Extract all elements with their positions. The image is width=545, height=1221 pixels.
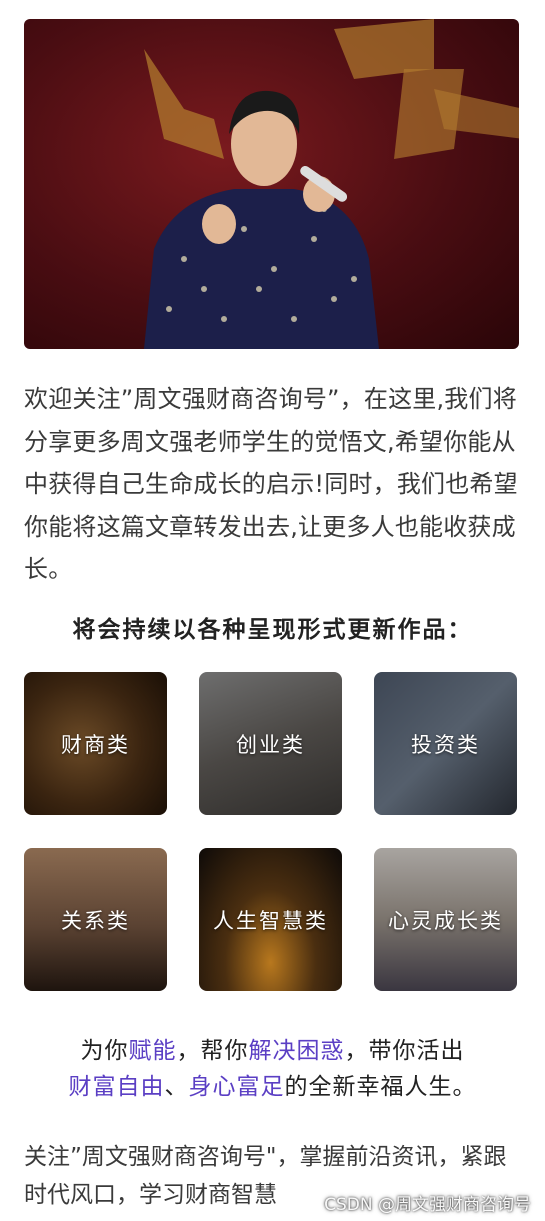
category-tile-wisdom[interactable]: 人生智慧类 — [199, 848, 342, 991]
section-title: 将会持续以各种呈现形式更新作品： — [72, 617, 473, 643]
category-label: 关系类 — [61, 908, 130, 933]
slogan-text: 为你 — [80, 1038, 129, 1064]
watermark: CSDN @周文强财商咨询号 — [324, 1195, 531, 1215]
category-tile-finance[interactable]: 财商类 — [24, 672, 167, 815]
intro-paragraph: 欢迎关注”周文强财商咨询号”，在这里,我们将分享更多周文强老师学生的觉悟文,希望… — [24, 385, 518, 583]
slogan-text: ，带你活出 — [344, 1038, 465, 1064]
slogan-highlight: 身心富足 — [188, 1074, 285, 1100]
category-tile-spiritual[interactable]: 心灵成长类 — [374, 848, 517, 991]
category-label: 人生智慧类 — [213, 908, 328, 933]
category-tile-relationship[interactable]: 关系类 — [24, 848, 167, 991]
slogan-highlight: 解决困惑 — [248, 1038, 345, 1064]
slogan-highlight: 赋能 — [128, 1038, 177, 1064]
category-label: 创业类 — [236, 732, 305, 757]
slogan-text: 、 — [164, 1074, 189, 1100]
slogan-highlight: 财富自由 — [68, 1074, 165, 1100]
category-tile-startup[interactable]: 创业类 — [199, 672, 342, 815]
category-label: 投资类 — [411, 732, 480, 757]
slogan-text: ，帮你 — [176, 1038, 249, 1064]
hero-image — [24, 19, 519, 349]
slogan-text: 的全新幸福人生。 — [284, 1074, 477, 1100]
category-label: 心灵成长类 — [388, 908, 503, 933]
category-label: 财商类 — [61, 732, 130, 757]
category-tile-investment[interactable]: 投资类 — [374, 672, 517, 815]
slogan: 为你赋能，帮你解决困惑，带你活出 财富自由、身心富足的全新幸福人生。 — [0, 1033, 545, 1105]
speaker-photo — [144, 90, 379, 349]
